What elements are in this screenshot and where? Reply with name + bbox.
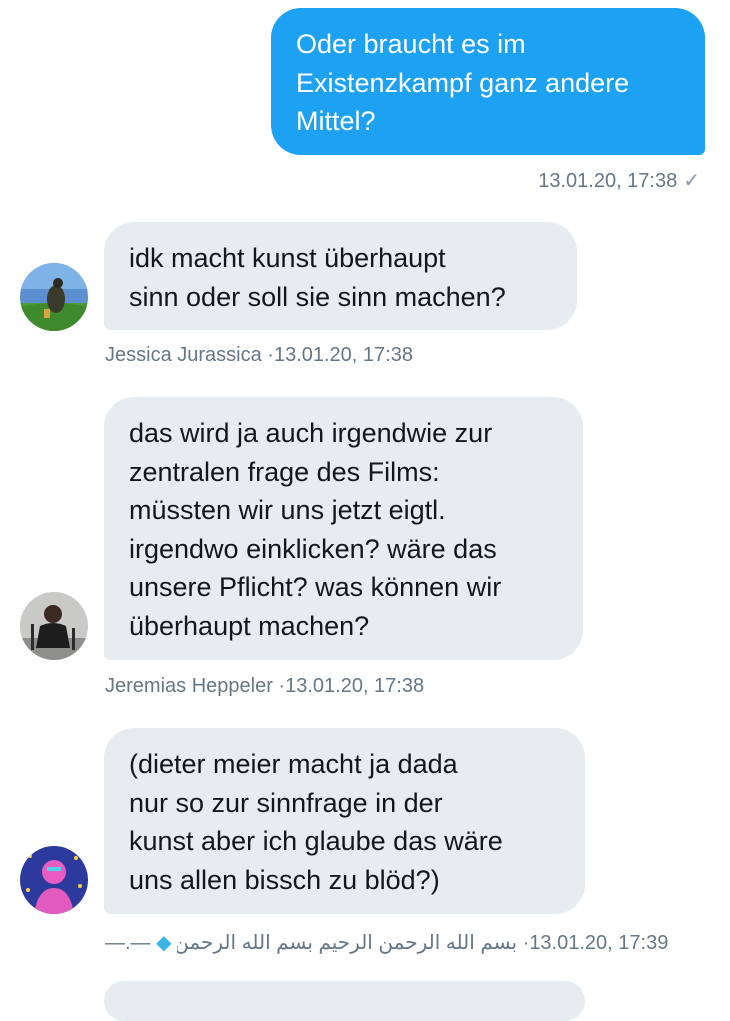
check-icon: ✓ xyxy=(683,170,700,192)
sender-name-prefix: —.— xyxy=(105,932,151,954)
message-timestamp: 13.01.20, 17:38 xyxy=(538,170,678,192)
message-timestamp: 13.01.20, 17:38 xyxy=(285,675,425,697)
message-bubble-incoming[interactable]: das wird ja auch irgendwie zur zentralen… xyxy=(104,397,583,660)
message-meta: Jeremias Heppeler ·13.01.20, 17:38 xyxy=(105,675,424,698)
avatar-jessica[interactable] xyxy=(20,263,88,331)
message-meta: Jessica Jurassica ·13.01.20, 17:38 xyxy=(105,344,413,367)
gem-icon: ◆ xyxy=(156,932,172,954)
message-bubble-incoming[interactable]: idk macht kunst überhaupt sinn oder soll… xyxy=(104,222,577,330)
avatar-third[interactable] xyxy=(20,846,88,914)
message-timestamp: 13.01.20, 17:39 xyxy=(529,932,669,954)
sender-name[interactable]: Jessica Jurassica xyxy=(105,344,262,366)
message-meta: —.— ◆ بسم الله الرحمن الرحيم بسم الله ال… xyxy=(105,930,668,955)
message-bubble-incoming[interactable]: (dieter meier macht ja dada nur so zur s… xyxy=(104,728,585,914)
sender-name[interactable]: Jeremias Heppeler xyxy=(105,675,273,697)
message-meta: 13.01.20, 17:38 ✓ xyxy=(538,168,700,193)
avatar-jeremias[interactable] xyxy=(20,592,88,660)
message-bubble-partial xyxy=(104,981,585,1021)
message-timestamp: 13.01.20, 17:38 xyxy=(273,344,413,366)
meta-separator: · xyxy=(267,344,274,366)
message-bubble-outgoing[interactable]: Oder braucht es im Existenzkampf ganz an… xyxy=(271,8,705,155)
sender-name[interactable]: بسم الله الرحمن الرحيم بسم الله الرحمن ا… xyxy=(177,930,517,955)
